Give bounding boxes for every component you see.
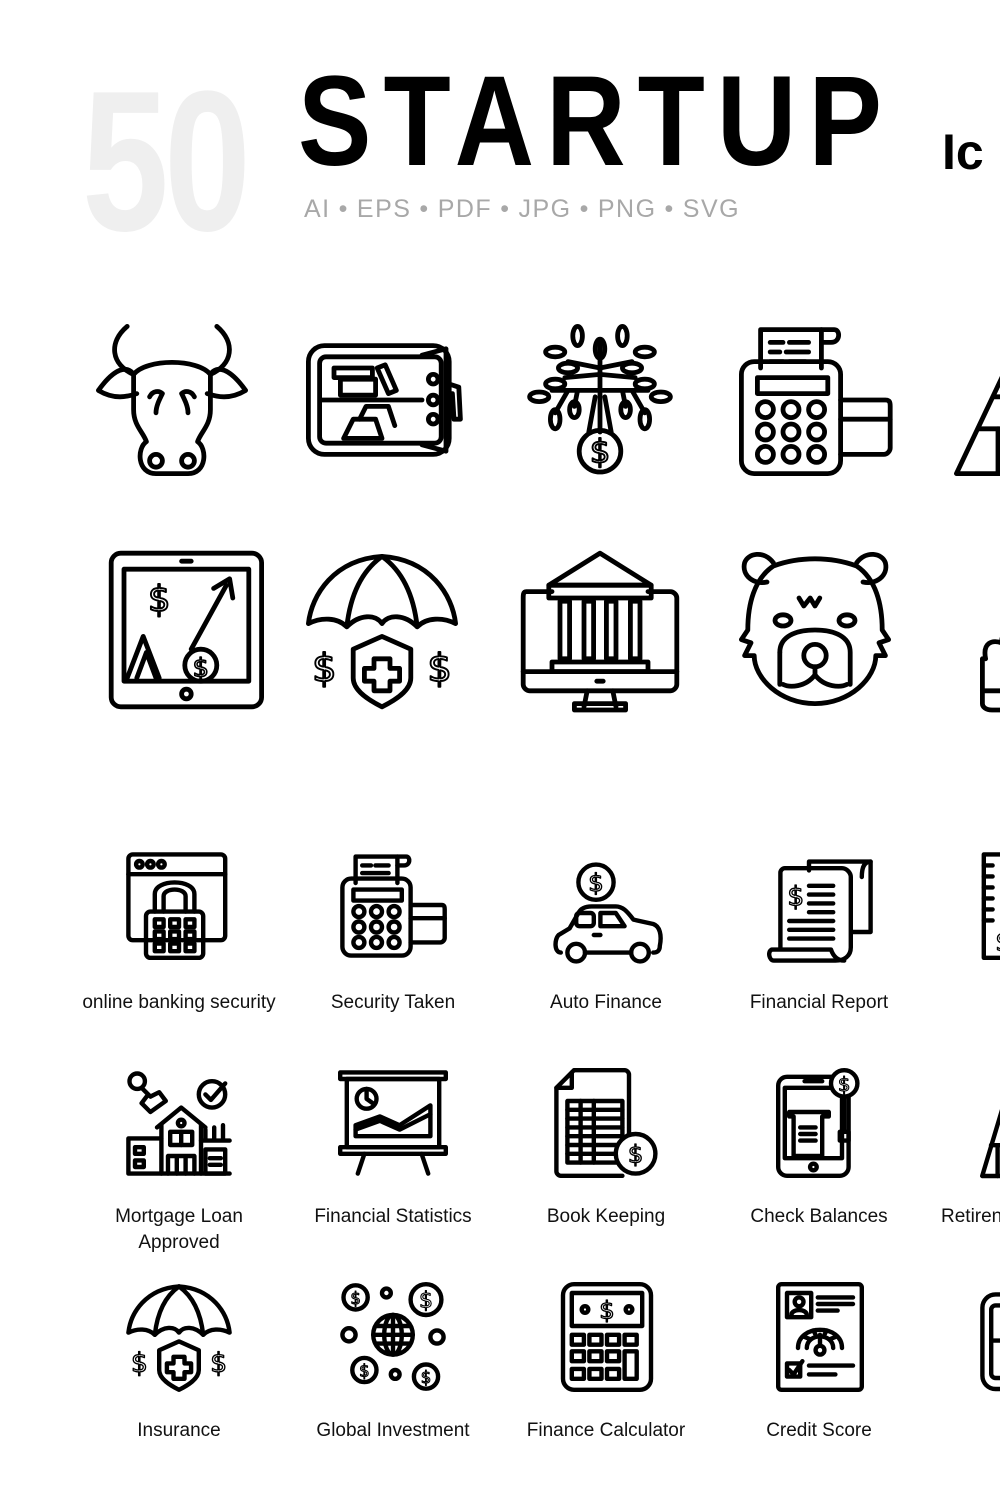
spreadsheet-dollar-icon: $ <box>552 1068 662 1178</box>
car-dollar-icon: $ <box>552 858 663 968</box>
icon-label: Financial Statistics <box>314 1206 472 1227</box>
report-scroll-icon: $ <box>765 855 875 965</box>
svg-text:$: $ <box>787 882 804 913</box>
format-separator: • <box>338 195 349 223</box>
icon-label: Security Taken <box>330 992 456 1013</box>
svg-text:$: $ <box>419 1288 433 1313</box>
svg-text:$: $ <box>427 646 451 691</box>
format-separator: • <box>579 195 590 223</box>
safe-with-gold-icon <box>302 320 463 480</box>
svg-text:$: $ <box>131 1348 148 1379</box>
svg-text:$: $ <box>628 1141 643 1169</box>
money-tree-icon: $ <box>520 320 680 480</box>
icon-label: Insurance <box>137 1420 221 1441</box>
icon-label: Finance Calculator <box>526 1420 686 1441</box>
format-separator: • <box>664 195 675 223</box>
icon-label: Financial Report <box>749 992 889 1013</box>
globe-coins-icon: $ $ $ $ <box>338 1282 448 1392</box>
credit-score-document-icon <box>765 1282 875 1392</box>
icon-label: online banking security <box>82 992 276 1013</box>
house-approved-icon <box>124 1068 234 1178</box>
svg-text:$: $ <box>995 927 1000 958</box>
icon-label: Auto Finance <box>550 992 662 1013</box>
calculator-dollar-icon: $ <box>552 1282 662 1392</box>
svg-text:$: $ <box>193 653 209 683</box>
icon-label: Credit Score <box>766 1420 872 1441</box>
icon-label: Check Balances <box>750 1206 888 1227</box>
pyramid-icon <box>950 320 1000 480</box>
page-title: STARTUP <box>298 50 894 193</box>
format-png: PNG <box>597 195 657 223</box>
svg-text:$: $ <box>312 646 336 691</box>
svg-text:$: $ <box>588 869 603 897</box>
format-jpg: JPG <box>518 195 572 223</box>
svg-text:$: $ <box>590 432 610 470</box>
presentation-board-icon <box>338 1068 448 1178</box>
svg-text:$: $ <box>210 1348 227 1379</box>
tablet-growth-chart-icon: $ $ <box>92 550 264 710</box>
payment-terminal-icon <box>338 850 448 960</box>
svg-text:$: $ <box>421 1368 432 1387</box>
file-formats: AI • EPS • PDF • JPG • PNG • SVG <box>304 195 740 224</box>
format-svg: SVG <box>682 195 741 223</box>
online-banking-lock-icon <box>124 850 234 960</box>
online-bank-icon <box>520 550 680 713</box>
umbrella-insurance-icon: $ $ <box>302 550 462 710</box>
svg-text:$: $ <box>599 1296 614 1324</box>
svg-text:$: $ <box>359 1362 370 1381</box>
svg-text:$: $ <box>350 1289 361 1308</box>
format-separator: • <box>419 195 430 223</box>
format-pdf: PDF <box>437 195 493 223</box>
format-separator: • <box>500 195 511 223</box>
format-eps: EPS <box>356 195 412 223</box>
payment-terminal-icon <box>735 320 895 480</box>
title-suffix: Ic <box>942 124 984 180</box>
bull-icon <box>92 320 252 480</box>
icon-label: Sto <box>922 990 1000 1016</box>
partial-device-icon <box>978 1290 1000 1400</box>
stock-ruler-icon: $ <box>975 850 1000 960</box>
umbrella-insurance-icon: $ $ <box>124 1282 234 1392</box>
icon-label: Book Keeping <box>546 1206 666 1227</box>
icon-label: Mortgage Loan Approved <box>115 1206 243 1253</box>
format-ai: AI <box>304 195 331 223</box>
phone-balance-icon: $ <box>765 1068 875 1178</box>
partial-icon <box>960 550 1000 713</box>
icon-label: Global Investment <box>316 1420 470 1441</box>
svg-text:$: $ <box>838 1073 851 1096</box>
svg-text:$: $ <box>148 579 170 620</box>
icon-label: Retiren <box>941 1206 1000 1227</box>
bear-icon <box>735 550 895 710</box>
icon-count: 50 <box>82 50 251 273</box>
